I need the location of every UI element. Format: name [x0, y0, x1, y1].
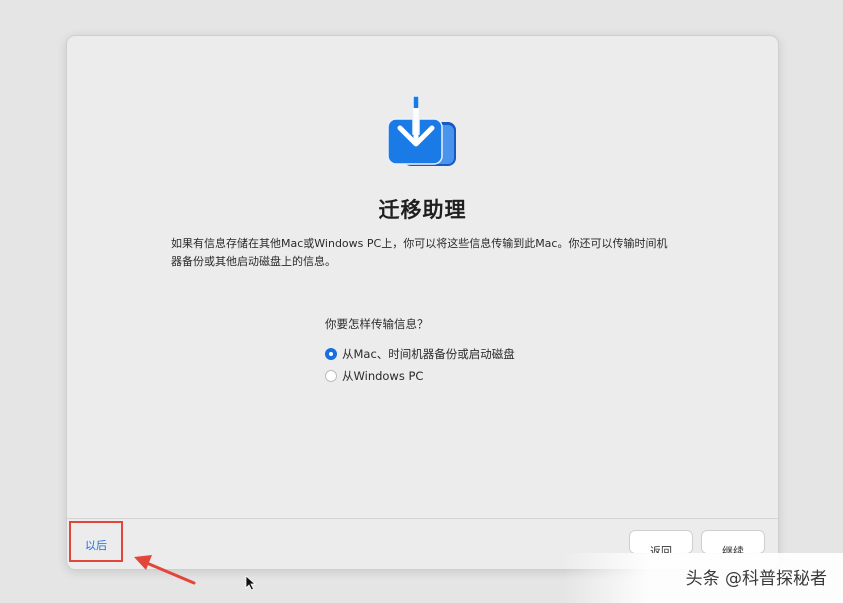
option-from-windows-label: 从Windows PC [342, 369, 424, 383]
footer-divider [67, 518, 778, 519]
dialog-title: 迁移助理 [378, 198, 467, 222]
migration-assistant-icon [387, 95, 456, 166]
watermark-text: 头条 @科普探秘者 [685, 569, 827, 589]
annotation-arrow-icon [134, 555, 196, 585]
annotation-highlight-box [69, 521, 123, 562]
migration-assistant-window: 迁移助理 如果有信息存储在其他Mac或Windows PC上，你可以将这些信息传… [66, 35, 779, 570]
back-button[interactable]: 返回 [629, 530, 693, 554]
option-from-windows[interactable]: 从Windows PC [325, 368, 423, 384]
radio-from-mac[interactable] [325, 348, 337, 360]
option-from-mac[interactable]: 从Mac、时间机器备份或启动磁盘 [325, 346, 515, 362]
continue-button[interactable]: 继续 [701, 530, 765, 554]
radio-from-windows[interactable] [325, 370, 337, 382]
mouse-cursor-icon [245, 575, 257, 591]
watermark: 头条 @科普探秘者 [563, 553, 843, 603]
option-from-mac-label: 从Mac、时间机器备份或启动磁盘 [342, 347, 515, 361]
dialog-description: 如果有信息存储在其他Mac或Windows PC上，你可以将这些信息传输到此Ma… [171, 237, 668, 268]
transfer-question: 你要怎样传输信息？ [325, 317, 429, 331]
